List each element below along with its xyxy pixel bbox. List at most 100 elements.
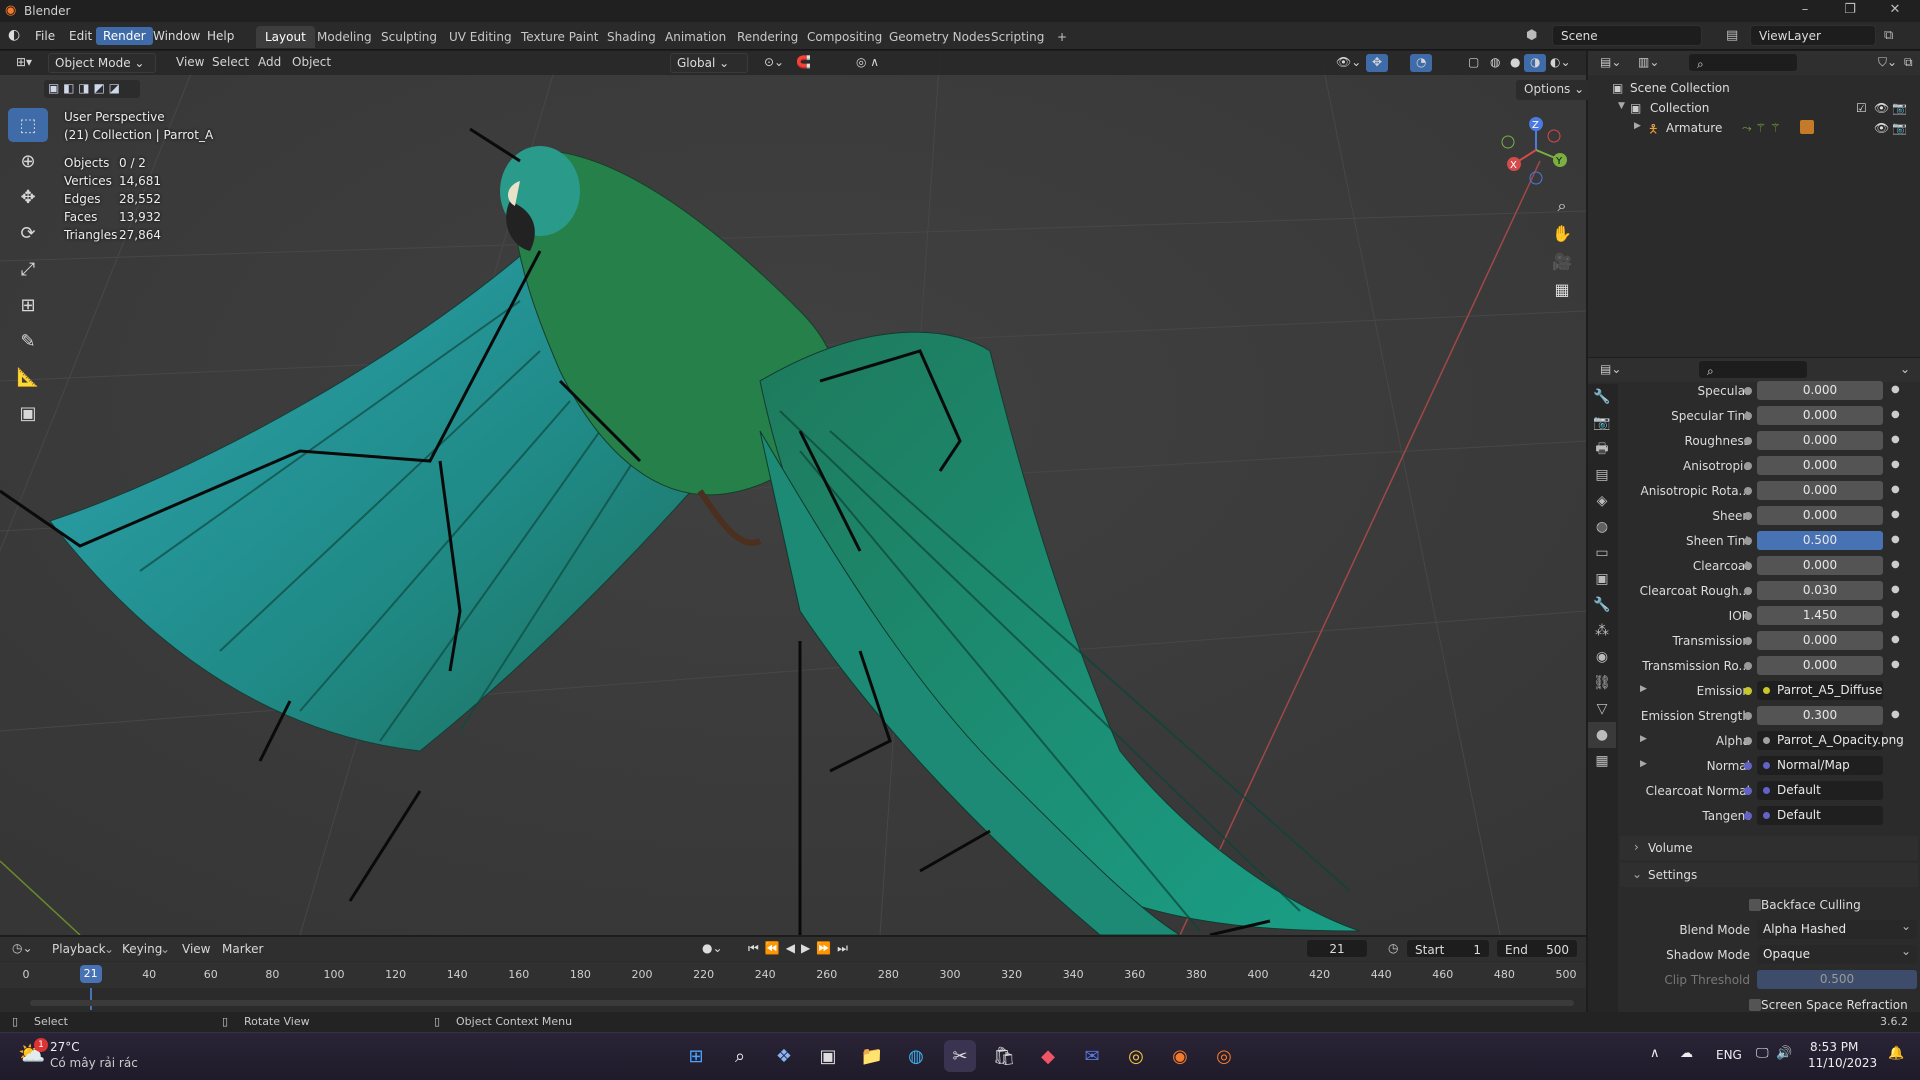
clock-time[interactable]: 8:53 PM (1810, 1040, 1858, 1054)
world-tab-icon[interactable]: ◍ (1588, 514, 1616, 540)
shading-rendered-icon[interactable]: ◐⌄ (1544, 54, 1577, 72)
clock-date[interactable]: 11/10/2023 (1808, 1056, 1877, 1070)
viewport-menu-select[interactable]: Select (206, 54, 255, 72)
minimize-button[interactable]: – (1790, 2, 1820, 20)
specular-tint-field[interactable]: 0.000 (1757, 406, 1883, 425)
output-tab-icon[interactable]: 🖶 (1588, 436, 1616, 462)
outliner-collection[interactable]: ▼ ▣ Collection ☑ 👁 📷 (1588, 98, 1920, 118)
alpha-expand-icon[interactable]: ▶ (1640, 734, 1647, 744)
blender-taskbar-icon[interactable]: ◉ (1164, 1040, 1196, 1072)
settings-section-header[interactable]: ⌄ Settings (1620, 863, 1918, 887)
tool-tab-icon[interactable]: 🔧 (1588, 384, 1616, 410)
store-icon[interactable]: 🛍 (988, 1040, 1020, 1072)
filter-icon[interactable]: ⛉⌄ (1878, 55, 1897, 70)
file-explorer-icon[interactable]: 📁 (856, 1040, 888, 1072)
cursor-tool-icon[interactable]: ⊕ (8, 144, 48, 178)
rotate-tool-icon[interactable]: ⟳ (8, 216, 48, 250)
search-icon[interactable]: ⌕ (724, 1040, 756, 1072)
timeline-scrollbar[interactable] (30, 1000, 1574, 1006)
tab-sculpting[interactable]: Sculpting (372, 26, 446, 48)
viewport-menu-object[interactable]: Object (286, 54, 337, 72)
weather-desc[interactable]: Có mây rải rác (50, 1056, 138, 1070)
menu-help[interactable]: Help (200, 27, 241, 45)
new-view-layer-icon[interactable]: ⧉ (1884, 28, 1893, 43)
render-camera-icon[interactable]: 📷 (1892, 101, 1907, 115)
anisotropic-rotation-field[interactable]: 0.000 (1757, 481, 1883, 500)
end-frame-field[interactable]: End 500 (1496, 939, 1578, 958)
armature-expand-icon[interactable]: ▶ (1634, 121, 1641, 131)
transmission-field[interactable]: 0.000 (1757, 631, 1883, 650)
clearcoat-field[interactable]: 0.000 (1757, 556, 1883, 575)
outliner-scene-collection[interactable]: ▣ Scene Collection (1588, 78, 1920, 98)
modifier-tab-icon[interactable]: 🔧 (1588, 592, 1616, 618)
chrome-icon[interactable]: ◎ (1120, 1040, 1152, 1072)
volume-icon[interactable]: 🔊 (1776, 1046, 1792, 1061)
snap-icon[interactable]: 🧲 (790, 54, 817, 72)
constraints-tab-icon[interactable]: ⛓ (1588, 670, 1616, 696)
texture-tab-icon[interactable]: ▦ (1588, 748, 1616, 774)
object-tab-icon[interactable]: ▣ (1588, 566, 1616, 592)
options-dropdown[interactable]: Options ⌄ (1516, 80, 1593, 100)
maximize-button[interactable]: ❐ (1835, 2, 1865, 20)
display-mode-icon[interactable]: ▥⌄ (1638, 55, 1659, 69)
editor-type-icon[interactable]: ⊞▾ (10, 54, 38, 72)
xray-icon[interactable]: ▢ (1462, 54, 1485, 72)
collection-tab-icon[interactable]: ▭ (1588, 540, 1616, 566)
outliner-editor-icon[interactable]: ▤⌄ (1600, 55, 1621, 69)
chrome-profile-icon[interactable]: ◎ (1208, 1040, 1240, 1072)
transform-orientation-dropdown[interactable]: Global ⌄ (670, 53, 748, 73)
select-mode-group[interactable]: ▣ ◧ ◨ ◩ ◪ (44, 80, 140, 98)
widgets-icon[interactable]: ❖ (768, 1040, 800, 1072)
emission-strength-field[interactable]: 0.300 (1757, 706, 1883, 725)
zoom-icon[interactable]: ⌕ (1548, 192, 1576, 220)
armature-camera-icon[interactable]: 📷 (1892, 121, 1907, 135)
outliner-armature[interactable]: ▶ 🯅 Armature ⤳ ⚚ ⚚ 👁 📷 (1588, 118, 1920, 138)
view-layer-icon[interactable]: ▤ (1726, 28, 1738, 43)
visibility-icon[interactable]: 👁⌄ (1330, 54, 1367, 72)
timeline-editor-icon[interactable]: ◷⌄ (12, 941, 33, 955)
visibility-eye-icon[interactable]: 👁 (1874, 101, 1889, 115)
sheen-tint-field[interactable]: 0.500 (1757, 531, 1883, 550)
alpha-link-field[interactable]: Parrot_A_Opacity.png (1757, 731, 1904, 750)
tab-shading[interactable]: Shading (598, 26, 665, 48)
move-tool-icon[interactable]: ✥ (8, 180, 48, 214)
backface-culling-checkbox[interactable] (1749, 899, 1761, 911)
tab-layout[interactable]: Layout (256, 26, 315, 48)
shadow-mode-dropdown[interactable]: Opaque (1757, 944, 1917, 964)
menu-window[interactable]: Window (146, 27, 207, 45)
specular-field[interactable]: 0.000 (1757, 381, 1883, 400)
anisotropic-field[interactable]: 0.000 (1757, 456, 1883, 475)
language-indicator[interactable]: ENG (1716, 1048, 1742, 1062)
tab-compositing[interactable]: Compositing (798, 26, 891, 48)
add-workspace-button[interactable]: + (1048, 26, 1076, 48)
menu-edit[interactable]: Edit (62, 27, 99, 45)
scene-icon[interactable]: ⬢ (1526, 28, 1537, 43)
emission-expand-icon[interactable]: ▶ (1640, 684, 1647, 694)
annotate-tool-icon[interactable]: ✎ (8, 324, 48, 358)
tangent-field[interactable]: Default (1757, 806, 1883, 825)
clock-icon[interactable]: ◷ (1388, 941, 1398, 955)
snipping-tool-icon[interactable]: ✂ (944, 1040, 976, 1072)
3d-viewport[interactable] (0, 51, 1586, 935)
onedrive-icon[interactable]: ☁ (1680, 1046, 1693, 1061)
playback-menu[interactable]: Playback (52, 942, 106, 956)
tab-uv-editing[interactable]: UV Editing (440, 26, 521, 48)
pose-icon[interactable]: ⤳ ⚚ ⚚ (1742, 121, 1781, 136)
ortho-grid-icon[interactable]: ▦ (1548, 276, 1576, 304)
tab-texture-paint[interactable]: Texture Paint (512, 26, 607, 48)
roughness-field[interactable]: 0.000 (1757, 431, 1883, 450)
overlay-toggle-icon[interactable]: ◔ (1410, 54, 1433, 72)
properties-options-icon[interactable]: ⌄ (1900, 362, 1910, 376)
properties-search-input[interactable]: ⌕ (1698, 360, 1808, 379)
tab-animation[interactable]: Animation (656, 26, 735, 48)
blend-mode-dropdown[interactable]: Alpha Hashed (1757, 919, 1917, 939)
armature-eye-icon[interactable]: 👁 (1874, 121, 1889, 135)
normal-expand-icon[interactable]: ▶ (1640, 759, 1647, 769)
pan-hand-icon[interactable]: ✋ (1548, 220, 1576, 248)
new-collection-icon[interactable]: ⧉ (1904, 55, 1913, 70)
scene-field[interactable]: Scene (1552, 25, 1702, 46)
scene-tab-icon[interactable]: ◈ (1588, 488, 1616, 514)
clearcoat-roughness-field[interactable]: 0.030 (1757, 581, 1883, 600)
scale-tool-icon[interactable]: ⤢ (8, 252, 48, 286)
ior-field[interactable]: 1.450 (1757, 606, 1883, 625)
